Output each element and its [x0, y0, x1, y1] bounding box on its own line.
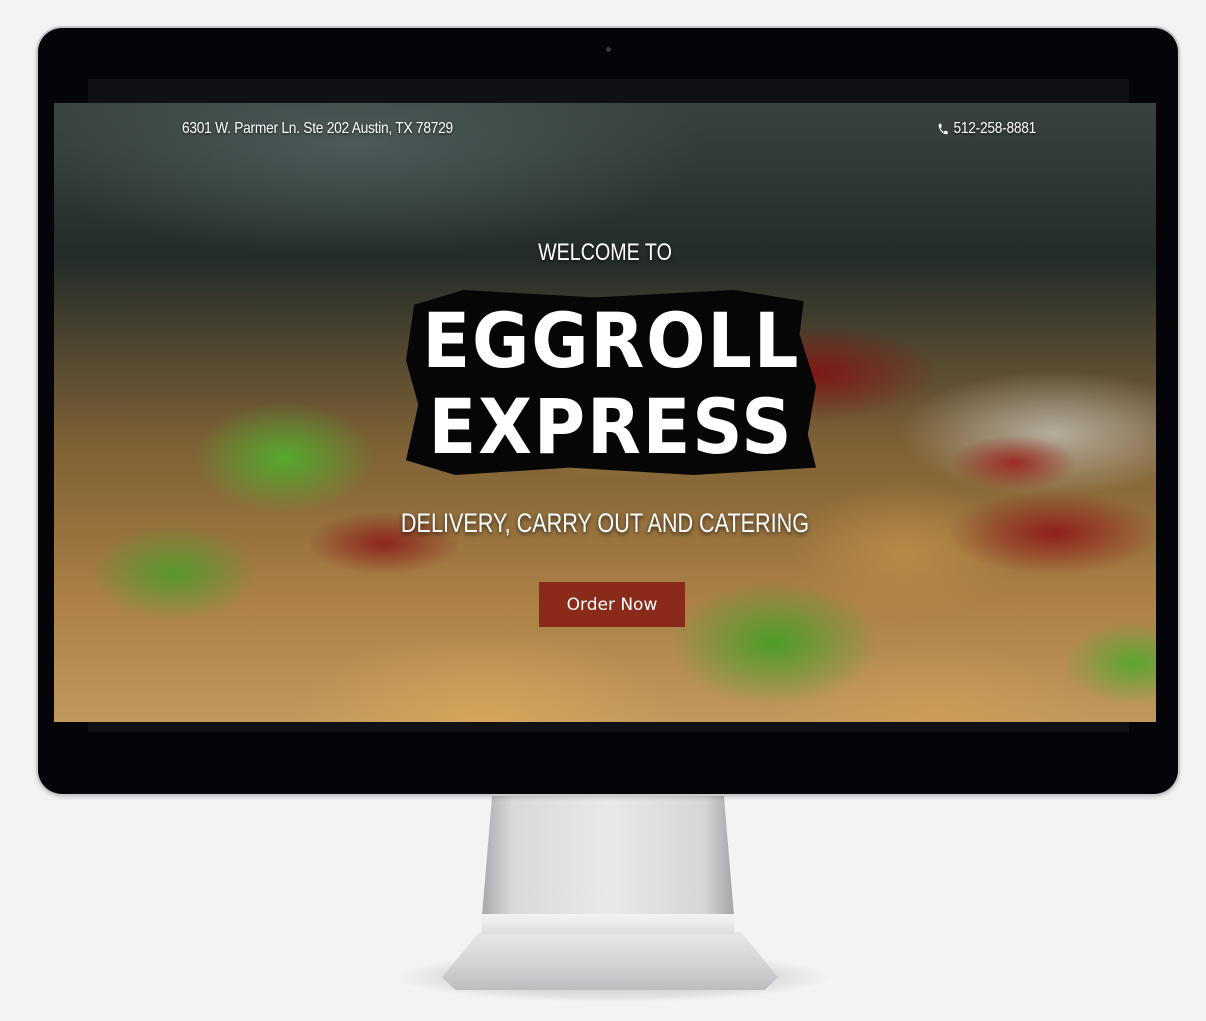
screen-bezel-top: [88, 79, 1129, 103]
order-now-button[interactable]: Order Now: [539, 582, 685, 627]
phone-icon: [938, 123, 948, 135]
brand-logo: EGGROLL EXPRESS: [406, 290, 816, 475]
monitor-stand-neck: [482, 796, 734, 916]
phone-link[interactable]: 512-258-8881: [937, 120, 1036, 138]
logo-line-2: EXPRESS: [428, 382, 794, 471]
address-text: 6301 W. Parmer Ln. Ste 202 Austin, TX 78…: [182, 120, 453, 137]
monitor-stand-lip: [482, 914, 734, 934]
tagline: DELIVERY, CARRY OUT AND CATERING: [400, 508, 810, 538]
website-hero: 6301 W. Parmer Ln. Ste 202 Austin, TX 78…: [54, 103, 1156, 722]
monitor-stand-base: [442, 932, 778, 990]
logo-line-1: EGGROLL: [422, 296, 801, 385]
welcome-heading: WELCOME TO: [538, 239, 672, 266]
screen-bezel-bottom: [88, 722, 1129, 732]
webcam-dot: [606, 47, 611, 52]
phone-number: 512-258-8881: [953, 120, 1036, 137]
